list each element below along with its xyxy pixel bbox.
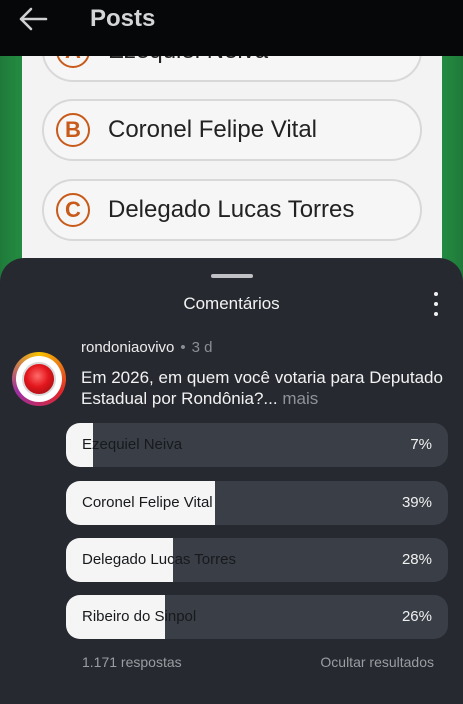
poll-option-percent: 28% xyxy=(401,551,432,568)
responses-count: 1.171 respostas xyxy=(82,654,182,670)
separator-dot: • xyxy=(180,339,186,356)
logo-core xyxy=(22,362,56,396)
more-dot-icon xyxy=(434,292,438,296)
poll-option[interactable]: Delegado Lucas Torres 28% xyxy=(66,538,448,582)
poll-option-percent: 26% xyxy=(401,608,432,625)
comment-text: Em 2026, em quem você votaria para Deput… xyxy=(81,367,451,409)
poll-option-percent: 7% xyxy=(410,436,432,453)
arrow-left-icon xyxy=(19,7,48,31)
option-letter-b: B xyxy=(56,113,90,147)
avatar[interactable] xyxy=(12,352,66,406)
hide-results-button[interactable]: Ocultar resultados xyxy=(320,654,434,670)
top-app-bar: Posts xyxy=(0,0,463,56)
comment-time: 3 d xyxy=(191,339,213,356)
page-title: Posts xyxy=(90,5,156,32)
poll-option[interactable]: Ribeiro do Sinpol 26% xyxy=(66,595,448,639)
post-option-b: B Coronel Felipe Vital xyxy=(42,99,422,161)
drag-handle[interactable] xyxy=(211,274,253,278)
option-name-b: Coronel Felipe Vital xyxy=(108,116,318,143)
station-logo-icon xyxy=(16,356,62,402)
poll-option[interactable]: Coronel Felipe Vital 39% xyxy=(66,481,448,525)
comment-body: Em 2026, em quem você votaria para Deput… xyxy=(81,368,443,408)
poll-option-label: Coronel Felipe Vital xyxy=(82,494,213,511)
poll-option-percent: 39% xyxy=(401,494,432,511)
comment-meta: rondoniaovivo • 3 d xyxy=(81,339,213,356)
poll-option-label: Ezequiel Neiva xyxy=(82,436,183,453)
option-name-c: Delegado Lucas Torres xyxy=(108,196,355,223)
sheet-title: Comentários xyxy=(183,294,280,313)
more-options-button[interactable] xyxy=(428,292,444,316)
poll-option-label: Ribeiro do Sinpol xyxy=(82,608,197,625)
post-option-c: C Delegado Lucas Torres xyxy=(42,179,422,241)
more-link[interactable]: mais xyxy=(282,389,318,408)
back-button[interactable] xyxy=(16,2,50,36)
comment-username[interactable]: rondoniaovivo xyxy=(81,339,174,356)
more-dot-icon xyxy=(434,312,438,316)
more-dot-icon xyxy=(434,302,438,306)
option-letter-c: C xyxy=(56,193,90,227)
poll-option[interactable]: Ezequiel Neiva 7% xyxy=(66,423,448,467)
poll-option-label: Delegado Lucas Torres xyxy=(82,551,236,568)
